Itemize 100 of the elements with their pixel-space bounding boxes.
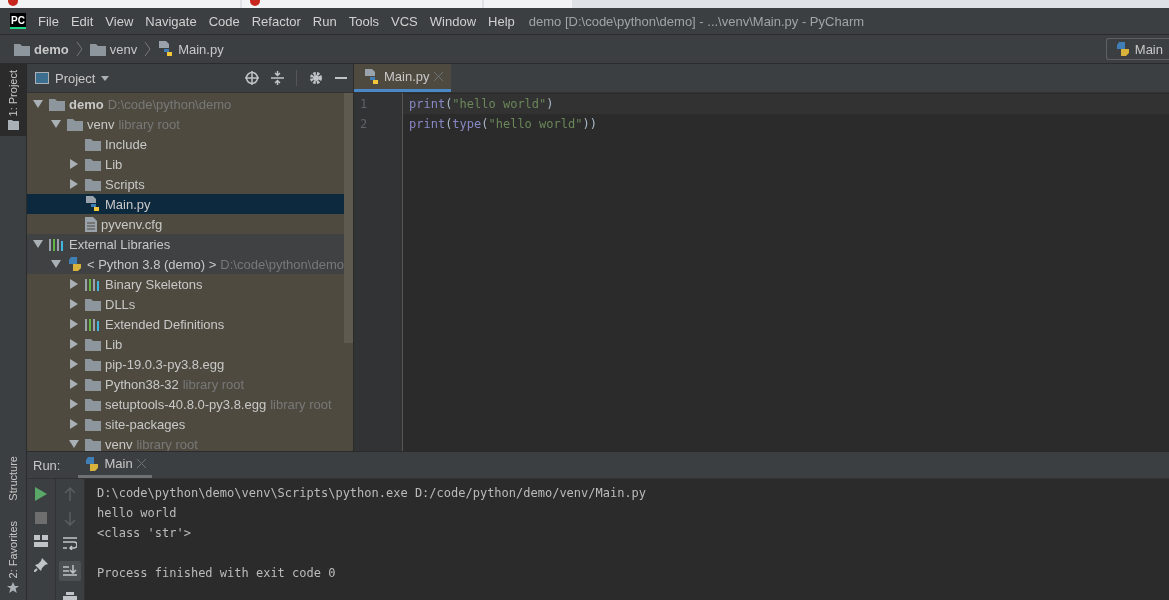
tree-item[interactable]: pip-19.0.3-py3.8.egg bbox=[27, 354, 344, 374]
expand-arrow-icon[interactable] bbox=[69, 159, 79, 169]
expand-arrow-icon[interactable] bbox=[69, 439, 79, 449]
console-line: <class 'str'> bbox=[97, 525, 192, 542]
star-icon bbox=[7, 582, 19, 594]
expand-arrow-icon[interactable] bbox=[33, 239, 43, 249]
menu-item[interactable]: Window bbox=[429, 13, 477, 29]
expand-arrow-icon[interactable] bbox=[51, 119, 61, 129]
expand-arrow-icon[interactable] bbox=[69, 419, 79, 429]
tree-item[interactable]: Binary Skeletons bbox=[27, 274, 344, 294]
python-file-icon bbox=[158, 41, 175, 57]
tree-item[interactable]: Main.py bbox=[27, 194, 344, 214]
console-line: D:\code\python\demo\venv\Scripts\python.exe D:/code/python/demo/venv/Main.py bbox=[97, 485, 647, 502]
scroll-to-end-icon[interactable] bbox=[59, 561, 81, 581]
breadcrumb-item[interactable]: demo bbox=[14, 41, 69, 57]
tree-item[interactable]: pyvenv.cfg bbox=[27, 214, 344, 234]
window-icon bbox=[35, 72, 49, 84]
python-file-icon bbox=[85, 196, 101, 212]
tool-window-tab[interactable]: Structure bbox=[0, 449, 26, 507]
browser-tab[interactable] bbox=[242, 0, 482, 8]
python-icon bbox=[84, 455, 101, 472]
csdn-logo-icon bbox=[8, 0, 18, 6]
folder-icon bbox=[85, 397, 101, 411]
project-view-selector[interactable]: Project bbox=[35, 70, 110, 86]
tree-item[interactable]: site-packages bbox=[27, 414, 344, 434]
browser-tab[interactable] bbox=[0, 0, 240, 8]
console-line: hello world bbox=[97, 505, 178, 522]
text-file-icon bbox=[85, 216, 97, 232]
expand-arrow-icon[interactable] bbox=[69, 359, 79, 369]
tree-item-hint: library root bbox=[270, 396, 332, 412]
tree-item[interactable]: Extended Definitions bbox=[27, 314, 344, 334]
expand-arrow-icon[interactable] bbox=[69, 379, 79, 389]
chevron-icon bbox=[144, 41, 152, 57]
expand-arrow-icon[interactable] bbox=[69, 339, 79, 349]
expand-arrow-icon[interactable] bbox=[69, 399, 79, 409]
tree-item[interactable]: venv library root bbox=[27, 434, 344, 451]
folder-icon bbox=[89, 42, 106, 56]
breadcrumb-item[interactable]: Main.py bbox=[158, 41, 224, 57]
tree-item-hint: D:\code\python\demo bbox=[220, 256, 344, 272]
library-icon bbox=[85, 277, 101, 291]
tree-item[interactable]: External Libraries bbox=[27, 234, 344, 254]
tree-item[interactable]: Include bbox=[27, 134, 344, 154]
tree-item[interactable]: Lib bbox=[27, 334, 344, 354]
tree-item-hint: D:\code\python\demo bbox=[107, 96, 232, 112]
expand-arrow-icon[interactable] bbox=[51, 259, 61, 269]
tree-item[interactable]: DLLs bbox=[27, 294, 344, 314]
menu-item[interactable]: Help bbox=[488, 13, 515, 29]
tree-item[interactable]: setuptools-40.8.0-py3.8.egg library root bbox=[27, 394, 344, 414]
expand-arrow-icon[interactable] bbox=[69, 319, 79, 329]
collapse-all-icon[interactable] bbox=[271, 71, 284, 85]
menu-item[interactable]: View bbox=[105, 13, 134, 29]
scrollbar-thumb[interactable] bbox=[344, 93, 353, 343]
locate-icon[interactable] bbox=[245, 71, 259, 85]
folder-icon bbox=[85, 297, 101, 311]
tree-item-hint: library root bbox=[118, 116, 180, 132]
menu-item[interactable]: Code bbox=[208, 13, 240, 29]
folder-icon bbox=[49, 97, 65, 111]
pin-icon[interactable] bbox=[34, 558, 48, 572]
menu-item[interactable]: Refactor bbox=[251, 13, 301, 29]
expand-arrow-icon[interactable] bbox=[33, 99, 43, 109]
print-icon[interactable] bbox=[63, 592, 77, 600]
soft-wrap-icon[interactable] bbox=[63, 537, 77, 550]
editor-tab[interactable]: Main.py bbox=[354, 64, 451, 92]
run-configuration-button[interactable]: Main bbox=[1105, 38, 1169, 60]
tree-item[interactable]: Python38-32 library root bbox=[27, 374, 344, 394]
run-icon[interactable] bbox=[35, 487, 47, 501]
app-logo: PC bbox=[10, 13, 26, 29]
menu-item[interactable]: Navigate bbox=[145, 13, 197, 29]
breadcrumb-item[interactable]: venv bbox=[89, 41, 138, 57]
menu-item[interactable]: File bbox=[38, 13, 59, 29]
settings-icon[interactable] bbox=[309, 71, 323, 85]
menu-item[interactable]: Tools bbox=[348, 13, 380, 29]
tool-window-tab[interactable]: 2: Favorites bbox=[0, 514, 26, 600]
code-line: print("hello world") bbox=[409, 97, 554, 111]
folder-icon bbox=[85, 337, 101, 351]
console-line: Process finished with exit code 0 bbox=[97, 565, 337, 582]
tree-item[interactable]: venv library root bbox=[27, 114, 344, 134]
dropdown-caret-icon bbox=[101, 75, 110, 81]
tree-item[interactable]: Lib bbox=[27, 154, 344, 174]
menu-item[interactable]: Edit bbox=[70, 13, 94, 29]
tool-window-tab[interactable]: 1: Project bbox=[0, 64, 26, 137]
folder-icon bbox=[85, 377, 101, 391]
folder-icon bbox=[85, 157, 101, 171]
code-line: print(type("hello world")) bbox=[409, 117, 597, 131]
expand-arrow-icon[interactable] bbox=[69, 279, 79, 289]
menu-item[interactable]: Run bbox=[312, 13, 337, 29]
tree-item[interactable]: < Python 3.8 (demo) > D:\code\python\demo bbox=[27, 254, 344, 274]
tree-item[interactable]: demo D:\code\python\demo bbox=[27, 94, 344, 114]
tree-item[interactable]: Scripts bbox=[27, 174, 344, 194]
expand-arrow-icon[interactable] bbox=[69, 299, 79, 309]
folder-icon bbox=[14, 42, 30, 56]
close-icon[interactable] bbox=[136, 459, 146, 468]
folder-icon bbox=[85, 437, 101, 451]
library-icon bbox=[85, 317, 101, 331]
folder-icon bbox=[67, 117, 83, 131]
layout-icon[interactable] bbox=[34, 535, 48, 547]
expand-arrow-icon[interactable] bbox=[69, 179, 79, 189]
menu-item[interactable]: VCS bbox=[391, 13, 418, 29]
python-icon bbox=[1114, 41, 1131, 57]
run-panel-title: Run: bbox=[33, 457, 61, 473]
